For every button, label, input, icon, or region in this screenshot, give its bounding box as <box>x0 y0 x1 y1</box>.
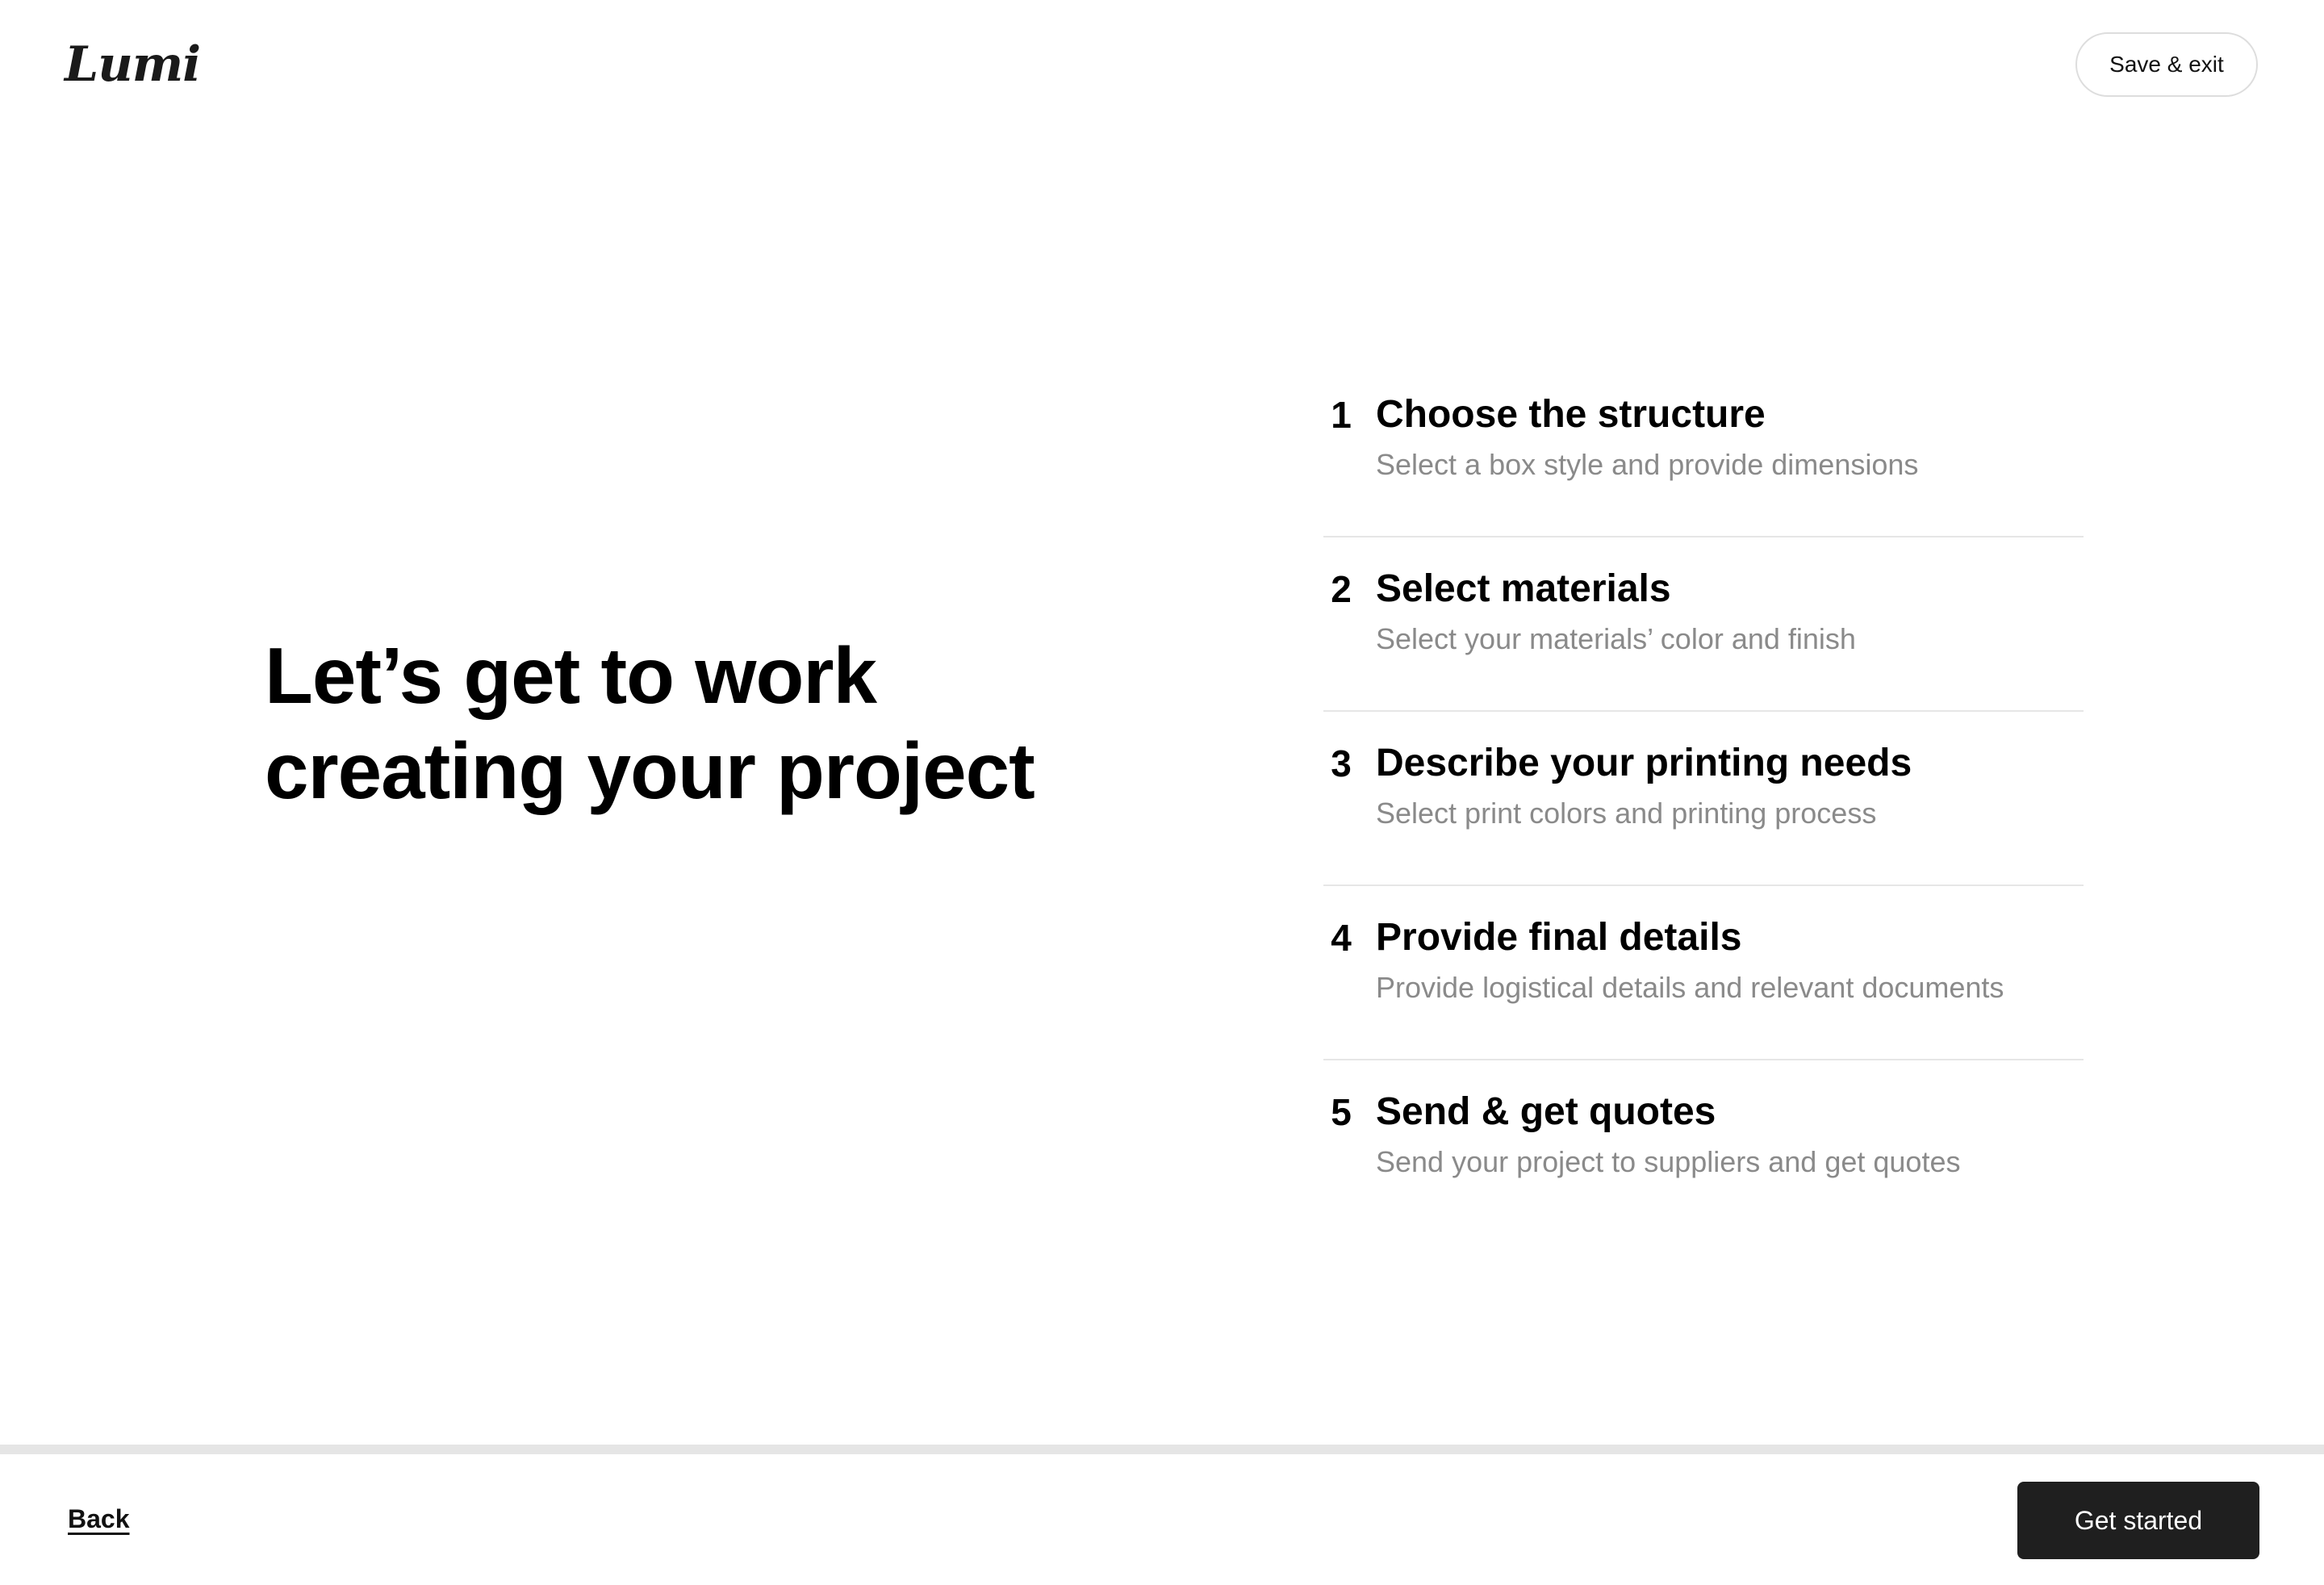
save-and-exit-button[interactable]: Save & exit <box>2075 32 2258 97</box>
step-item: 2 Select materials Select your materials… <box>1323 537 2084 712</box>
page-title: Let’s get to work creating your project <box>265 628 1152 818</box>
step-number: 2 <box>1331 568 1352 610</box>
step-number: 3 <box>1331 742 1352 784</box>
step-description: Select a box style and provide dimension… <box>1376 448 1919 481</box>
step-description: Provide logistical details and relevant … <box>1376 971 2004 1004</box>
back-link[interactable]: Back <box>68 1503 130 1535</box>
step-item: 5 Send & get quotes Send your project to… <box>1323 1060 2084 1235</box>
step-item: 1 Choose the structure Select a box styl… <box>1323 363 2084 537</box>
page-title-line-1: Let’s get to work <box>265 631 877 720</box>
progress-bar <box>0 1445 2324 1454</box>
step-item: 4 Provide final details Provide logistic… <box>1323 886 2084 1060</box>
step-title: Select materials <box>1376 567 1671 610</box>
step-number: 5 <box>1331 1091 1352 1133</box>
step-title: Describe your printing needs <box>1376 742 1912 784</box>
step-number: 1 <box>1331 394 1352 436</box>
step-description: Send your project to suppliers and get q… <box>1376 1145 1961 1178</box>
get-started-button[interactable]: Get started <box>2017 1482 2259 1559</box>
page-title-line-2: creating your project <box>265 726 1035 815</box>
step-title: Provide final details <box>1376 916 1742 959</box>
step-title: Send & get quotes <box>1376 1090 1716 1133</box>
steps-list: 1 Choose the structure Select a box styl… <box>1323 363 2084 1235</box>
step-item: 3 Describe your printing needs Select pr… <box>1323 712 2084 886</box>
step-number: 4 <box>1331 917 1352 959</box>
step-description: Select print colors and printing process <box>1376 797 1877 830</box>
step-description: Select your materials’ color and finish <box>1376 622 1856 655</box>
step-title: Choose the structure <box>1376 393 1766 436</box>
lumi-logo[interactable]: Lumi <box>65 36 201 94</box>
